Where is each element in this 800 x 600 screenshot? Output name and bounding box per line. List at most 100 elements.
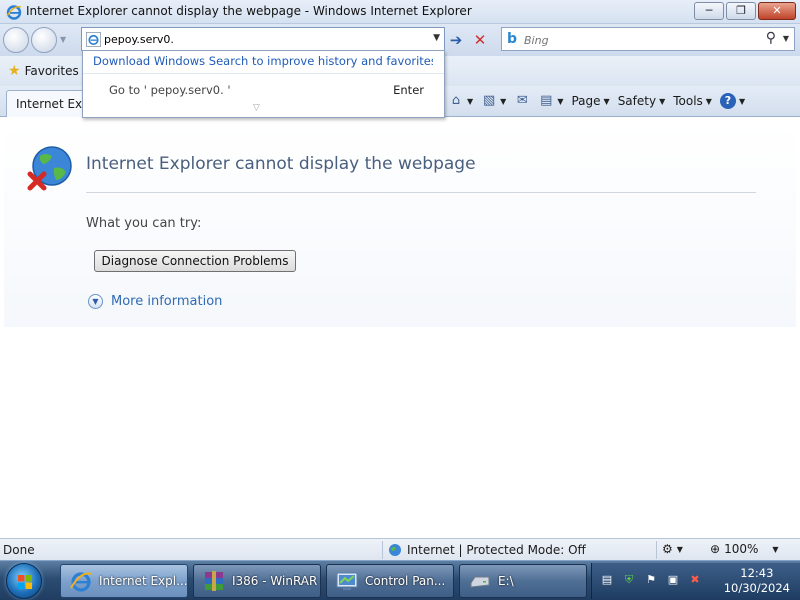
chevron-down-icon: ▼ <box>467 96 474 106</box>
close-button[interactable]: ✕ <box>758 2 796 20</box>
divider <box>656 541 657 559</box>
network-icon[interactable]: ▣ <box>666 573 680 587</box>
safety-menu[interactable]: Safety ▼ <box>618 94 666 108</box>
chevron-down-icon: ▼ <box>676 544 683 554</box>
back-button[interactable] <box>3 27 29 53</box>
home-icon: ⌂ <box>451 93 461 108</box>
divider <box>86 192 756 193</box>
diagnose-connection-button[interactable]: Diagnose Connection Problems <box>94 250 296 272</box>
search-options-chevron-icon[interactable]: ▼ <box>783 34 789 43</box>
recent-pages-chevron-icon[interactable]: ▼ <box>60 35 66 44</box>
enter-hint: Enter <box>393 83 424 97</box>
globe-error-icon <box>27 146 72 191</box>
security-shield-icon[interactable]: ⛨ <box>622 573 636 587</box>
taskbar-item-label: I386 - WinRAR <box>232 574 318 588</box>
tab-label: Internet Explorer cannot display the web… <box>16 97 85 111</box>
chevron-down-circle-icon: ▼ <box>88 294 103 309</box>
taskbar: Internet Expl... I386 - WinRAR Control P… <box>0 560 800 600</box>
print-button[interactable]: ▤ ▼ <box>538 93 563 109</box>
zoom-button[interactable]: ⊕ 100% ▼ <box>710 542 779 556</box>
zoom-magnifier-icon: ⊕ <box>710 542 721 556</box>
try-label: What you can try: <box>86 216 202 231</box>
title-bar: Internet Explorer cannot display the web… <box>0 0 800 24</box>
search-box[interactable]: b ⚲ ▼ <box>501 27 795 51</box>
more-information-toggle[interactable]: ▼ More information <box>88 294 222 309</box>
tray-icons: ▤ ⛨ ⚑ ▣ ✖ <box>600 573 702 587</box>
feeds-button[interactable]: ▧ ▼ <box>481 93 506 109</box>
more-information-label: More information <box>111 294 223 309</box>
drive-icon <box>470 576 490 588</box>
window-controls: ─ ❐ ✕ <box>694 2 796 20</box>
document-icon[interactable]: ▤ <box>600 573 614 587</box>
address-bar[interactable]: ▼ <box>81 27 445 51</box>
winrar-archive-icon <box>205 571 223 591</box>
page-ie-icon <box>86 32 101 47</box>
chevron-down-icon: ▼ <box>772 544 779 554</box>
page-menu[interactable]: Page ▼ <box>571 94 609 108</box>
help-icon: ? <box>719 93 736 109</box>
status-bar: Done Internet | Protected Mode: Off ⚙ ▼ … <box>0 538 800 560</box>
clock-time: 12:43 <box>740 566 774 580</box>
safety-menu-label: Safety <box>617 94 657 108</box>
forward-button[interactable] <box>31 27 57 53</box>
address-autocomplete: Download Windows Search to improve histo… <box>82 50 445 118</box>
minimize-icon: ─ <box>705 4 713 17</box>
control-panel-icon <box>336 572 358 590</box>
minimize-button[interactable]: ─ <box>694 2 724 20</box>
clock[interactable]: 12:43 10/30/2024 <box>724 566 790 596</box>
command-items: ⌂ ▼ ▧ ▼ ✉ ▤ ▼ Page ▼ Safety ▼ Tools ▼ ? ▼ <box>448 93 745 109</box>
pop-up-settings-button[interactable]: ⚙ ▼ <box>662 542 683 556</box>
system-tray: ▤ ⛨ ⚑ ▣ ✖ 12:43 10/30/2024 <box>591 563 800 599</box>
error-panel: Internet Explorer cannot display the web… <box>4 122 796 327</box>
taskbar-item-label: Control Pan... <box>365 574 446 588</box>
search-input[interactable] <box>524 32 754 48</box>
zone-label: Internet | Protected Mode: Off <box>407 543 586 557</box>
taskbar-item-internet-explorer[interactable]: Internet Expl... <box>60 564 188 598</box>
error-title: Internet Explorer cannot display the web… <box>86 154 476 174</box>
window-title: Internet Explorer cannot display the web… <box>26 4 472 18</box>
ie-logo-icon <box>70 572 92 592</box>
chevron-down-icon: ▼ <box>659 96 666 106</box>
divider <box>382 541 383 559</box>
goto-suggestion[interactable]: Go to ' pepoy.serv0. ' <box>109 83 231 97</box>
tools-menu-label: Tools <box>673 94 703 108</box>
mail-icon: ✉ <box>516 93 528 108</box>
security-zone[interactable]: Internet | Protected Mode: Off <box>388 543 586 557</box>
rss-feed-icon: ▧ <box>483 93 496 108</box>
home-button[interactable]: ⌂ ▼ <box>448 93 473 109</box>
star-icon: ★ <box>8 63 21 79</box>
chevron-down-icon: ▼ <box>557 96 564 106</box>
help-menu[interactable]: ? ▼ <box>719 93 746 109</box>
windows-search-link[interactable]: Download Windows Search to improve histo… <box>93 54 433 68</box>
favorites-button[interactable]: ★ Favorites <box>8 63 79 79</box>
clock-date: 10/30/2024 <box>723 581 790 595</box>
address-input[interactable] <box>104 31 424 48</box>
taskbar-item-drive-e[interactable]: E:\ <box>459 564 587 598</box>
taskbar-item-label: E:\ <box>498 574 514 588</box>
internet-zone-globe-icon <box>389 544 401 556</box>
address-dropdown-chevron-icon[interactable]: ▼ <box>433 33 440 43</box>
taskbar-item-control-panel[interactable]: Control Pan... <box>326 564 454 598</box>
close-icon: ✕ <box>772 4 782 17</box>
taskbar-item-winrar[interactable]: I386 - WinRAR <box>193 564 321 598</box>
tools-menu[interactable]: Tools ▼ <box>673 94 712 108</box>
tab-current[interactable]: Internet Explorer cannot display the web… <box>6 90 86 117</box>
favorites-label: Favorites <box>24 64 79 78</box>
go-arrow-icon[interactable]: ➔ <box>447 31 465 49</box>
search-magnifier-icon[interactable]: ⚲ <box>766 30 776 46</box>
start-button[interactable] <box>6 563 42 599</box>
stop-icon[interactable]: ✕ <box>471 31 489 49</box>
chevron-down-icon: ▼ <box>500 96 507 106</box>
read-mail-button[interactable]: ✉ <box>514 93 530 109</box>
zoom-level: 100% <box>724 542 759 556</box>
expand-chevron-icon[interactable]: ▽ <box>253 103 260 113</box>
windows-logo-icon <box>18 575 32 589</box>
maximize-button[interactable]: ❐ <box>726 2 756 20</box>
volume-muted-icon[interactable]: ✖ <box>688 573 702 587</box>
chevron-down-icon: ▼ <box>738 96 746 106</box>
maximize-icon: ❐ <box>736 4 746 17</box>
page-content: Internet Explorer cannot display the web… <box>0 118 800 538</box>
divider <box>83 73 444 74</box>
action-center-flag-icon[interactable]: ⚑ <box>644 573 658 587</box>
taskbar-item-label: Internet Expl... <box>99 574 188 588</box>
